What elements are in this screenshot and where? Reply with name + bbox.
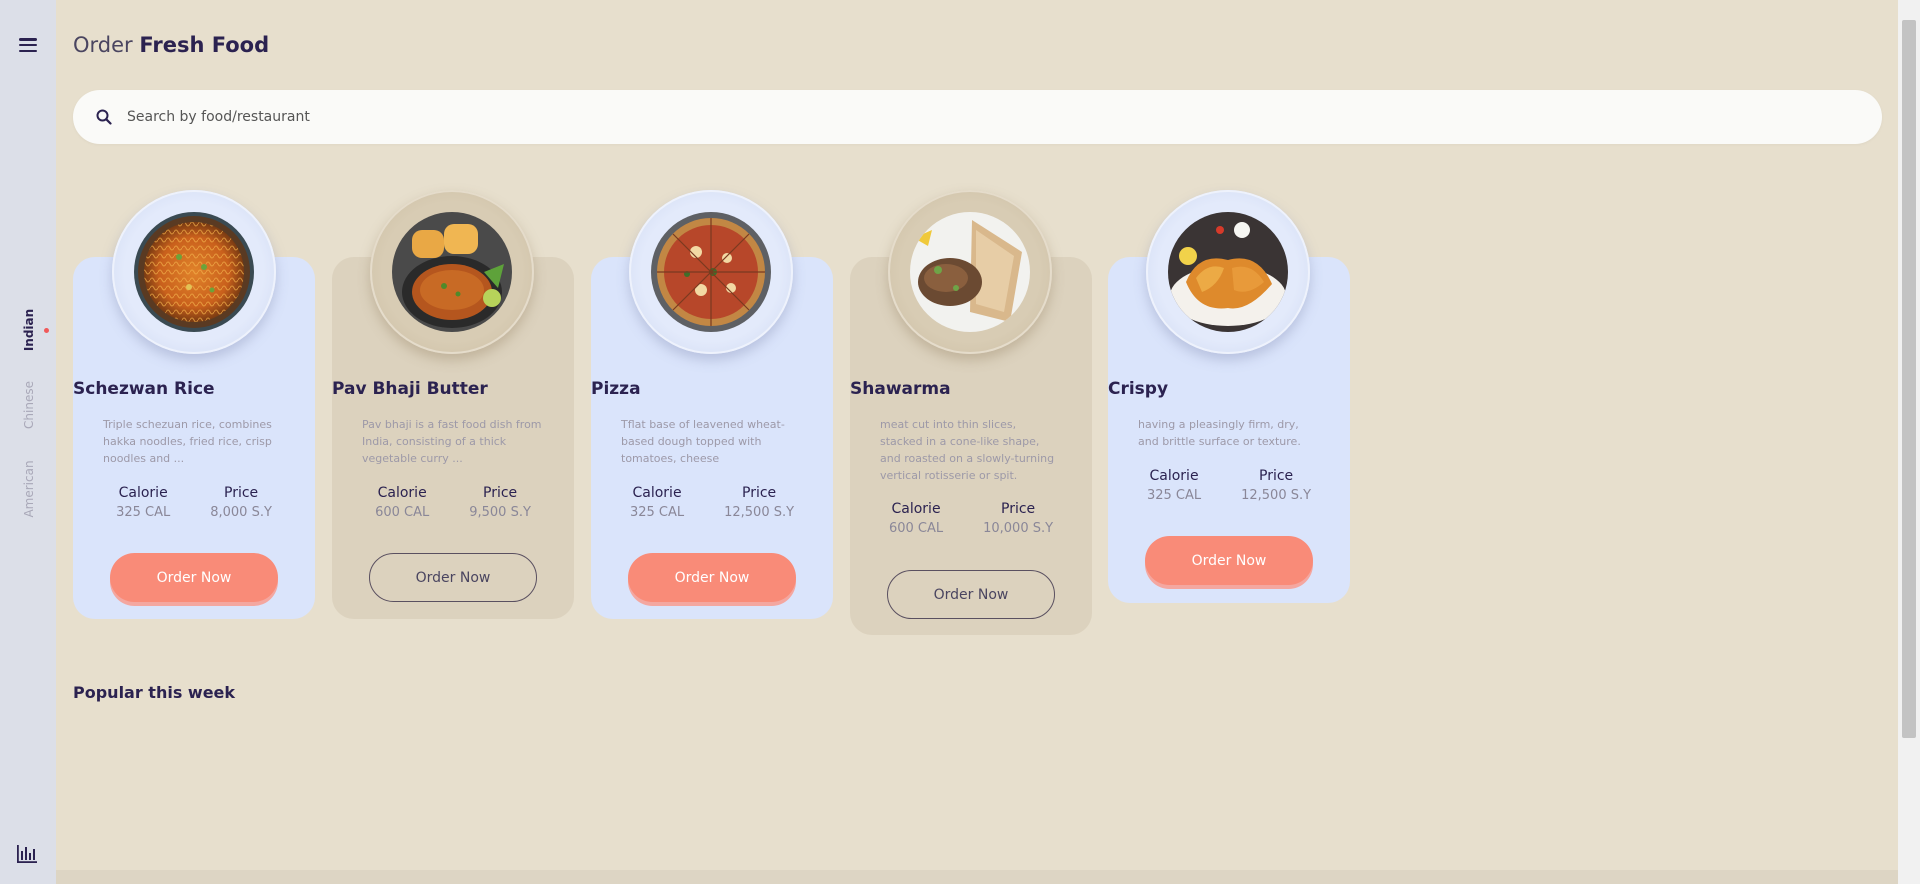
food-image-frame	[629, 190, 793, 354]
pav-bhaji-image	[392, 212, 512, 332]
calorie-value: 325 CAL	[1146, 488, 1202, 503]
active-category-dot	[44, 328, 49, 333]
food-image-frame	[888, 190, 1052, 354]
schezwan-rice-image	[134, 212, 254, 332]
food-description: Triple schezuan rice, combines hakka noo…	[103, 418, 272, 465]
calorie-value: 600 CAL	[375, 505, 430, 520]
search-input[interactable]	[127, 109, 1827, 125]
order-now-button[interactable]: Order Now	[1145, 536, 1313, 585]
search-bar	[73, 90, 1882, 144]
calorie-label: Calorie	[118, 485, 168, 501]
price-value: 9,500 S.Y	[469, 505, 531, 520]
calorie-label: Calorie	[891, 501, 941, 517]
page-scrollbar[interactable]	[1898, 0, 1920, 884]
price-label: Price	[224, 485, 259, 501]
order-now-button[interactable]: Order Now	[110, 553, 278, 602]
calorie-label: Calorie	[632, 485, 682, 501]
food-name: Shawarma	[850, 379, 951, 399]
price-label: Price	[742, 485, 777, 501]
scrollbar-thumb[interactable]	[1902, 20, 1916, 738]
search-icon[interactable]	[93, 106, 115, 128]
calorie-value: 325 CAL	[116, 505, 171, 520]
category-tab-american[interactable]: American	[22, 460, 36, 517]
price-label: Price	[483, 485, 518, 501]
food-stats: Calorie 325 CAL Price 12,500 S.Y	[591, 485, 833, 520]
food-name: Pizza	[591, 379, 641, 399]
food-image-frame	[370, 190, 534, 354]
calorie-value: 600 CAL	[888, 521, 944, 536]
menu-icon[interactable]	[19, 38, 37, 52]
price-value: 12,500 S.Y	[724, 505, 795, 520]
crispy-chicken-image	[1168, 212, 1288, 332]
order-now-button[interactable]: Order Now	[628, 553, 796, 602]
food-name: Pav Bhaji Butter	[332, 379, 488, 399]
page-title-light: Order	[73, 33, 133, 57]
chart-bar-icon[interactable]	[16, 845, 38, 863]
calorie-label: Calorie	[1149, 468, 1199, 484]
popular-heading: Popular this week	[73, 683, 236, 702]
order-now-button[interactable]: Order Now	[369, 553, 537, 602]
food-description: Pav bhaji is a fast food dish from India…	[362, 418, 542, 465]
price-value: 10,000 S.Y	[983, 521, 1054, 536]
category-tab-indian[interactable]: Indian	[22, 309, 36, 351]
food-stats: Calorie 600 CAL Price 10,000 S.Y	[850, 501, 1092, 536]
calorie-value: 325 CAL	[629, 505, 685, 520]
food-description: having a pleasingly firm, dry, and britt…	[1138, 418, 1301, 448]
page-title-bold: Fresh Food	[139, 33, 270, 57]
order-now-button[interactable]: Order Now	[887, 570, 1055, 619]
price-value: 8,000 S.Y	[210, 505, 272, 520]
bottom-strip	[56, 870, 1898, 884]
category-tab-chinese[interactable]: Chinese	[22, 381, 36, 429]
price-label: Price	[1259, 468, 1294, 484]
food-image-frame	[1146, 190, 1310, 354]
sidebar: Indian Chinese American	[0, 0, 56, 884]
shawarma-image	[910, 212, 1030, 332]
price-value: 12,500 S.Y	[1241, 488, 1312, 503]
calorie-label: Calorie	[377, 485, 427, 501]
food-name: Schezwan Rice	[73, 379, 215, 399]
food-description: Tflat base of leavened wheat-based dough…	[621, 418, 785, 465]
food-name: Crispy	[1108, 379, 1169, 399]
food-description: meat cut into thin slices, stacked in a …	[880, 418, 1055, 482]
price-label: Price	[1001, 501, 1036, 517]
pizza-image	[651, 212, 771, 332]
food-stats: Calorie 325 CAL Price 8,000 S.Y	[73, 485, 315, 520]
food-stats: Calorie 600 CAL Price 9,500 S.Y	[332, 485, 574, 520]
food-image-frame	[112, 190, 276, 354]
food-stats: Calorie 325 CAL Price 12,500 S.Y	[1108, 468, 1350, 503]
page-title: Order Fresh Food	[73, 33, 269, 57]
